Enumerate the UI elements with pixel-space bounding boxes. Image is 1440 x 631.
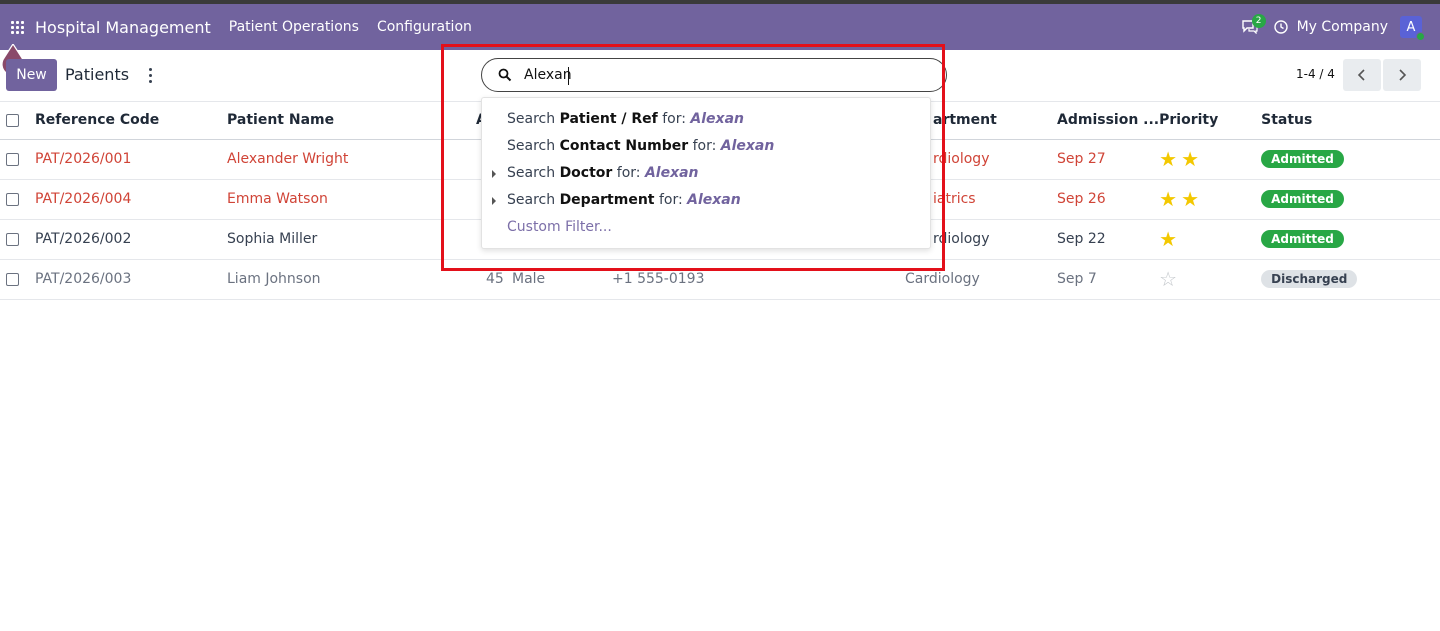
cell-reference-code: PAT/2026/003 bbox=[35, 259, 227, 300]
cell-status: Admitted bbox=[1261, 139, 1440, 180]
message-count-badge: 2 bbox=[1251, 14, 1266, 28]
cell-admission-date: Sep 27 bbox=[1057, 139, 1160, 180]
search-autocomplete-dropdown: Search Patient / Ref for: Alexan Search … bbox=[481, 97, 931, 249]
column-header-priority[interactable]: Priority bbox=[1159, 102, 1262, 140]
dropdown-item-search-patient-ref[interactable]: Search Patient / Ref for: Alexan bbox=[507, 111, 744, 127]
row-checkbox-cell bbox=[0, 219, 35, 260]
row-checkbox[interactable] bbox=[6, 192, 19, 206]
priority-star-icon[interactable]: ★ bbox=[1159, 227, 1177, 251]
menu-patient-operations[interactable]: Patient Operations bbox=[229, 19, 359, 35]
expand-doctor-caret-icon[interactable] bbox=[492, 170, 496, 178]
cell-status: Admitted bbox=[1261, 179, 1440, 220]
dropdown-item-search-department[interactable]: Search Department for: Alexan bbox=[507, 192, 741, 208]
user-avatar[interactable]: A bbox=[1400, 16, 1425, 41]
clock-icon bbox=[1273, 20, 1288, 34]
dropdown-item-search-contact-number[interactable]: Search Contact Number for: Alexan bbox=[507, 138, 774, 154]
cell-admission-date: Sep 26 bbox=[1057, 179, 1160, 220]
cell-priority: ★ bbox=[1159, 219, 1262, 260]
online-status-dot bbox=[1416, 32, 1425, 41]
priority-star-icon[interactable]: ★ bbox=[1181, 187, 1199, 211]
navbar-systray: 2 My Company A bbox=[1235, 4, 1440, 50]
cell-patient-name: Emma Watson bbox=[227, 179, 476, 220]
cell-reference-code: PAT/2026/002 bbox=[35, 219, 227, 260]
cell-priority: ☆ bbox=[1159, 259, 1262, 300]
cell-admission-date: Sep 22 bbox=[1057, 219, 1160, 260]
cell-reference-code: PAT/2026/004 bbox=[35, 179, 227, 220]
status-badge: Admitted bbox=[1261, 230, 1344, 248]
actions-menu-icon[interactable] bbox=[146, 66, 154, 84]
status-badge: Discharged bbox=[1261, 270, 1358, 288]
priority-star-icon[interactable]: ★ bbox=[1159, 187, 1177, 211]
expand-department-caret-icon[interactable] bbox=[492, 197, 496, 205]
dropdown-item-search-doctor[interactable]: Search Doctor for: Alexan bbox=[507, 165, 699, 181]
cell-status: Discharged bbox=[1261, 259, 1440, 300]
column-header-status[interactable]: Status bbox=[1261, 102, 1440, 140]
pager-value[interactable]: 1-4 / 4 bbox=[1296, 67, 1335, 81]
status-badge: Admitted bbox=[1261, 190, 1344, 208]
cell-patient-name: Liam Johnson bbox=[227, 259, 476, 300]
priority-star-icon[interactable]: ★ bbox=[1181, 147, 1199, 171]
app-brand[interactable]: Hospital Management bbox=[35, 18, 211, 37]
row-checkbox-cell bbox=[0, 179, 35, 220]
page-title[interactable]: Patients bbox=[65, 65, 129, 84]
cell-priority: ★ ★ bbox=[1159, 139, 1262, 180]
row-checkbox[interactable] bbox=[6, 232, 19, 246]
pager-previous-button[interactable] bbox=[1343, 59, 1381, 91]
row-checkbox[interactable] bbox=[6, 272, 19, 286]
cell-status: Admitted bbox=[1261, 219, 1440, 260]
pager-next-button[interactable] bbox=[1383, 59, 1421, 91]
column-header-reference-code[interactable]: Reference Code bbox=[35, 102, 227, 140]
column-header-patient-name[interactable]: Patient Name bbox=[227, 102, 476, 140]
activity-button[interactable] bbox=[1271, 12, 1291, 42]
cell-patient-name: Alexander Wright bbox=[227, 139, 476, 180]
chevron-left-icon bbox=[1357, 69, 1365, 81]
grid-icon bbox=[10, 20, 24, 34]
company-switcher[interactable]: My Company bbox=[1297, 19, 1388, 35]
avatar-letter: A bbox=[1406, 19, 1416, 35]
custom-filter-link[interactable]: Custom Filter... bbox=[507, 219, 612, 235]
cell-priority: ★ ★ bbox=[1159, 179, 1262, 220]
priority-star-icon[interactable]: ★ bbox=[1159, 147, 1177, 171]
cell-patient-name: Sophia Miller bbox=[227, 219, 476, 260]
cell-reference-code: PAT/2026/001 bbox=[35, 139, 227, 180]
row-checkbox-cell bbox=[0, 259, 35, 300]
priority-star-icon[interactable]: ☆ bbox=[1159, 267, 1177, 291]
status-badge: Admitted bbox=[1261, 150, 1344, 168]
column-header-admission-date[interactable]: Admission ... bbox=[1057, 102, 1160, 140]
chevron-right-icon bbox=[1399, 69, 1407, 81]
menu-configuration[interactable]: Configuration bbox=[377, 19, 472, 35]
select-all-checkbox[interactable] bbox=[6, 113, 19, 127]
row-checkbox-cell bbox=[0, 139, 35, 180]
cell-admission-date: Sep 7 bbox=[1057, 259, 1160, 300]
new-button[interactable]: New bbox=[6, 59, 57, 91]
row-checkbox[interactable] bbox=[6, 152, 19, 166]
messaging-button[interactable]: 2 bbox=[1235, 12, 1266, 42]
